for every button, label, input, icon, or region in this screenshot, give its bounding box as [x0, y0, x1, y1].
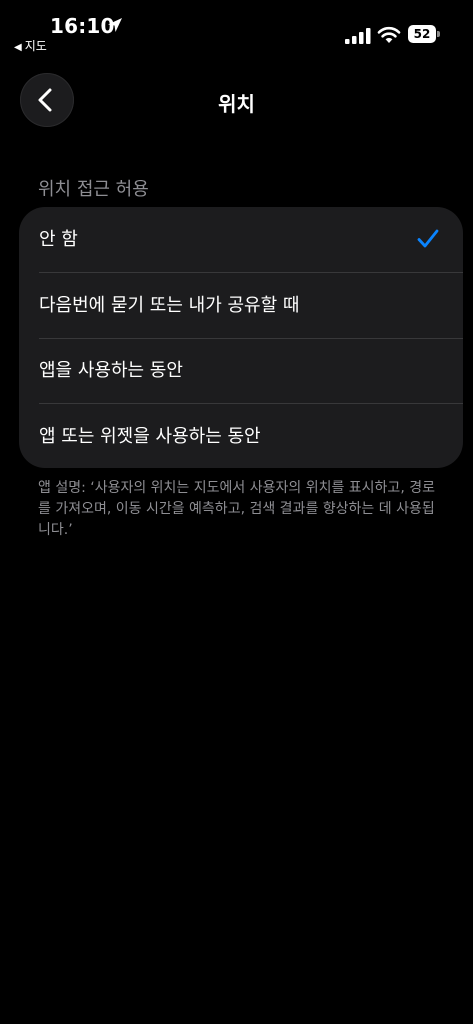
location-access-options: 안 함 다음번에 묻기 또는 내가 공유할 때 앱을 사용하는 동안 앱 또는 …: [19, 207, 463, 468]
page-title: 위치: [218, 92, 255, 116]
app-description-footer: 앱 설명: ‘사용자의 위치는 지도에서 사용자의 위치를 표시하고, 경로를 …: [38, 480, 435, 538]
section-header: 위치 접근 허용: [38, 179, 149, 200]
option-while-using-app[interactable]: 앱을 사용하는 동안: [19, 338, 463, 403]
battery-icon: 52: [408, 25, 441, 43]
location-arrow-icon: [108, 18, 122, 32]
status-time: 16:10: [50, 14, 115, 38]
option-label: 안 함: [39, 229, 78, 250]
wifi-icon: [377, 26, 401, 43]
battery-cap: [437, 31, 440, 37]
back-app-label: 지도: [24, 39, 47, 53]
checkmark-icon: [417, 229, 439, 248]
option-while-using-app-or-widgets[interactable]: 앱 또는 위젯을 사용하는 동안: [19, 404, 463, 469]
option-label: 앱 또는 위젯을 사용하는 동안: [39, 426, 261, 447]
back-to-app-link[interactable]: ◀ 지도: [14, 37, 47, 54]
back-triangle-icon: ◀: [14, 42, 22, 53]
option-ask-next-time[interactable]: 다음번에 묻기 또는 내가 공유할 때: [19, 273, 463, 338]
option-label: 앱을 사용하는 동안: [39, 360, 183, 381]
signal-icon: [345, 28, 371, 44]
status-bar: 16:10 ◀ 지도 52: [0, 0, 473, 60]
battery-level: 52: [408, 25, 436, 43]
option-never[interactable]: 안 함: [19, 207, 463, 272]
option-label: 다음번에 묻기 또는 내가 공유할 때: [39, 295, 300, 316]
